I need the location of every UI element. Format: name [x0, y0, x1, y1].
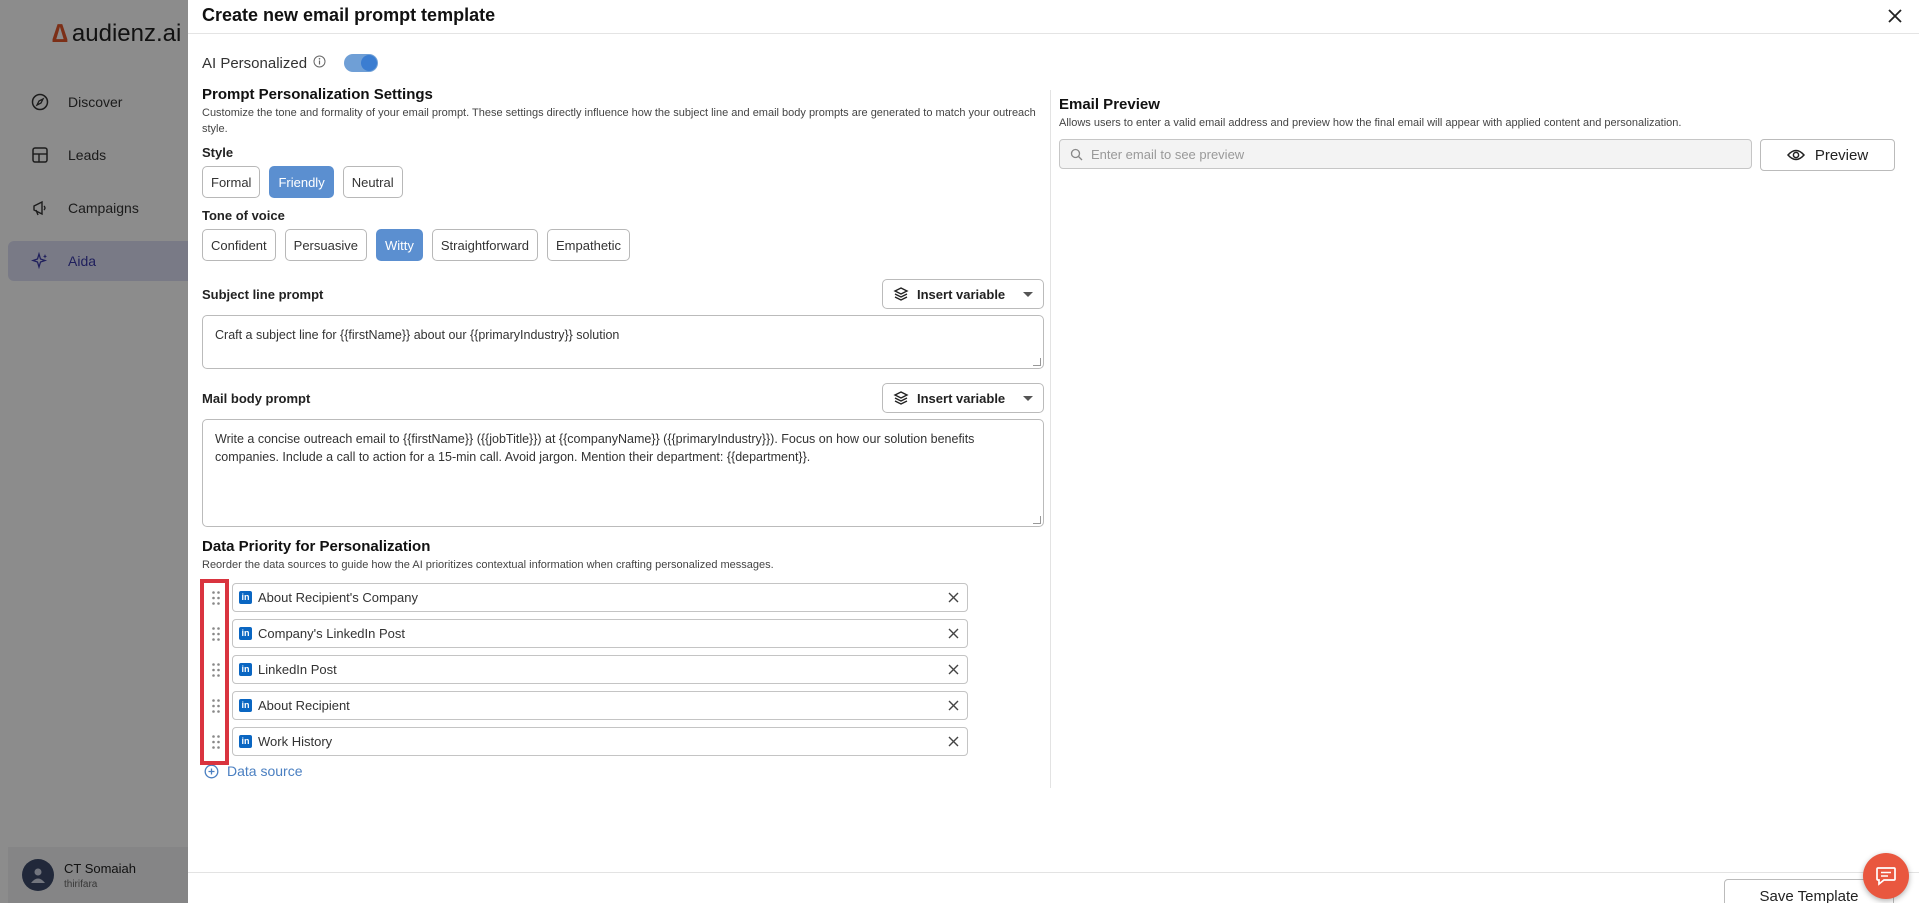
info-icon[interactable]: [313, 55, 326, 72]
body-header: Mail body prompt Insert variable: [202, 383, 1044, 413]
style-neutral-button[interactable]: Neutral: [342, 166, 403, 198]
style-options: Formal Friendly Neutral: [202, 166, 1044, 198]
search-icon: [1070, 148, 1083, 160]
panel-divider: [1050, 90, 1051, 788]
priority-title: Data Priority for Personalization: [202, 538, 431, 555]
data-source-item: in Work History: [232, 727, 968, 756]
drag-handle-icon[interactable]: [206, 691, 226, 720]
preview-button[interactable]: Preview: [1760, 139, 1895, 171]
close-icon: [1888, 9, 1902, 23]
settings-description: Customize the tone and formality of your…: [202, 107, 1036, 135]
remove-source-button[interactable]: [945, 626, 961, 642]
preview-description: Allows users to enter a valid email addr…: [1059, 117, 1682, 129]
insert-variable-label: Insert variable: [917, 286, 1006, 302]
list-item: in About Recipient: [202, 691, 1044, 720]
tone-straightforward-button[interactable]: Straightforward: [431, 229, 539, 261]
data-source-label: Work History: [258, 734, 333, 749]
chat-icon: [1876, 867, 1896, 886]
ai-personalized-row: AI Personalized: [202, 54, 379, 72]
subject-insert-variable-button[interactable]: Insert variable: [882, 279, 1044, 309]
add-data-source-label: Data source: [227, 763, 303, 779]
eye-icon: [1786, 149, 1805, 161]
tone-empathetic-button[interactable]: Empathetic: [547, 229, 631, 261]
drag-handle-icon[interactable]: [206, 655, 226, 684]
linkedin-icon: in: [239, 591, 252, 604]
priority-description: Reorder the data sources to guide how th…: [202, 559, 774, 571]
chat-support-button[interactable]: [1863, 853, 1909, 899]
data-source-list: in About Recipient's Company in Company'…: [200, 579, 1044, 765]
modal-title: Create new email prompt template: [202, 5, 496, 25]
body-insert-variable-button[interactable]: Insert variable: [882, 383, 1044, 413]
close-icon: [948, 736, 958, 747]
preview-email-placeholder: Enter email to see preview: [1091, 146, 1245, 162]
preview-title: Email Preview: [1059, 96, 1160, 113]
modal-header: Create new email prompt template: [188, 0, 1919, 34]
settings-title: Prompt Personalization Settings: [202, 86, 433, 103]
preview-panel: Email Preview Allows users to enter a va…: [1059, 96, 1895, 171]
add-data-source-button[interactable]: Data source: [204, 763, 1044, 779]
data-source-item: in About Recipient: [232, 691, 968, 720]
layers-icon: [893, 287, 909, 301]
style-formal-button[interactable]: Formal: [202, 166, 261, 198]
data-source-label: LinkedIn Post: [258, 662, 337, 677]
linkedin-icon: in: [239, 699, 252, 712]
data-source-item: in About Recipient's Company: [232, 583, 968, 612]
close-icon: [948, 664, 958, 675]
data-source-item: in LinkedIn Post: [232, 655, 968, 684]
ai-personalized-label: AI Personalized: [202, 54, 308, 72]
close-icon: [948, 592, 958, 603]
ai-personalized-toggle[interactable]: [344, 54, 379, 72]
footer-divider: [188, 872, 1919, 873]
style-friendly-button[interactable]: Friendly: [269, 166, 334, 198]
subject-prompt-text: Craft a subject line for {{firstName}} a…: [215, 328, 620, 342]
subject-header: Subject line prompt Insert variable: [202, 279, 1044, 309]
drag-handle-icon[interactable]: [206, 727, 226, 756]
linkedin-icon: in: [239, 663, 252, 676]
data-source-label: About Recipient's Company: [258, 590, 419, 605]
preview-controls: Enter email to see preview Preview: [1059, 139, 1895, 171]
resize-handle-icon[interactable]: [1033, 516, 1041, 524]
data-source-label: About Recipient: [258, 698, 350, 713]
style-label: Style: [202, 145, 234, 160]
body-prompt-text: Write a concise outreach email to {{firs…: [215, 432, 975, 464]
chevron-down-icon: [1023, 395, 1033, 401]
remove-source-button[interactable]: [945, 662, 961, 678]
linkedin-icon: in: [239, 735, 252, 748]
preview-email-input[interactable]: Enter email to see preview: [1059, 139, 1752, 169]
preview-button-label: Preview: [1814, 146, 1869, 164]
subject-prompt-textarea[interactable]: Craft a subject line for {{firstName}} a…: [202, 315, 1044, 369]
chevron-down-icon: [1023, 291, 1033, 297]
close-icon: [948, 628, 958, 639]
body-prompt-textarea[interactable]: Write a concise outreach email to {{firs…: [202, 419, 1044, 527]
remove-source-button[interactable]: [945, 698, 961, 714]
layers-icon: [893, 391, 909, 405]
create-template-modal: Create new email prompt template AI Pers…: [188, 0, 1919, 903]
data-source-label: Company's LinkedIn Post: [258, 626, 406, 641]
resize-handle-icon[interactable]: [1033, 358, 1041, 366]
tone-label: Tone of voice: [202, 208, 285, 223]
tone-persuasive-button[interactable]: Persuasive: [284, 229, 367, 261]
list-item: in About Recipient's Company: [202, 583, 1044, 612]
tone-confident-button[interactable]: Confident: [202, 229, 276, 261]
drag-handle-icon[interactable]: [206, 619, 226, 648]
subject-label: Subject line prompt: [202, 286, 324, 302]
list-item: in Company's LinkedIn Post: [202, 619, 1044, 648]
close-button[interactable]: [1883, 4, 1907, 28]
remove-source-button[interactable]: [945, 590, 961, 606]
list-item: in Work History: [202, 727, 1044, 756]
body-label: Mail body prompt: [202, 390, 311, 406]
data-source-item: in Company's LinkedIn Post: [232, 619, 968, 648]
tone-witty-button[interactable]: Witty: [375, 229, 423, 261]
left-panel: Prompt Personalization Settings Customiz…: [200, 86, 1044, 779]
remove-source-button[interactable]: [945, 734, 961, 750]
plus-circle-icon: [204, 764, 219, 778]
close-icon: [948, 700, 958, 711]
list-item: in LinkedIn Post: [202, 655, 1044, 684]
drag-handle-icon[interactable]: [206, 583, 226, 612]
tone-options: Confident Persuasive Witty Straightforwa…: [202, 229, 1044, 261]
insert-variable-label: Insert variable: [917, 390, 1006, 406]
linkedin-icon: in: [239, 627, 252, 640]
